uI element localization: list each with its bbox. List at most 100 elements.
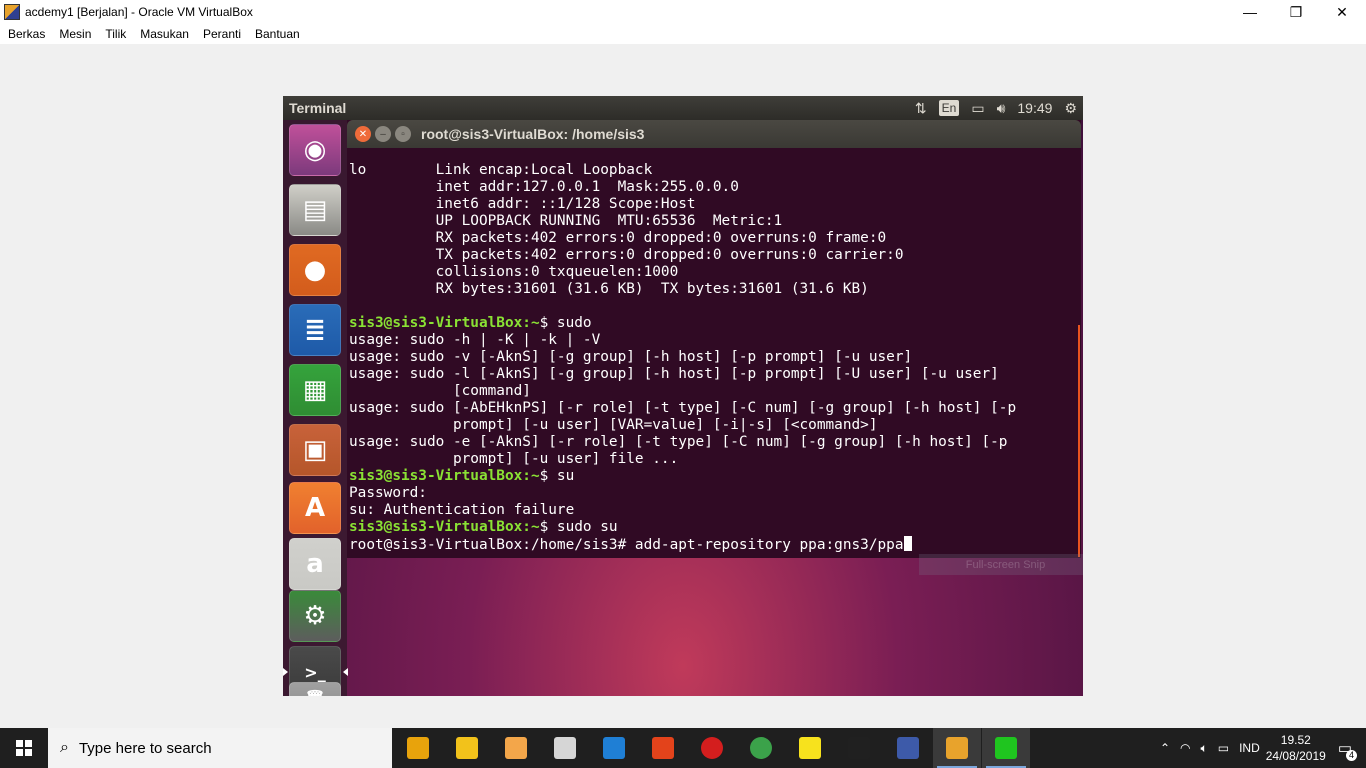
- terminal-output[interactable]: lo Link encap:Local Loopback inet addr:1…: [349, 162, 1077, 557]
- line-text: inet addr:127.0.0.1 Mask:255.0.0.0: [349, 179, 739, 195]
- menu-bantuan[interactable]: Bantuan: [255, 27, 300, 41]
- terminal-title: root@sis3-VirtualBox: /home/sis3: [421, 126, 645, 142]
- network-icon[interactable]: ⇅: [915, 100, 927, 117]
- close-button[interactable]: ✕: [1319, 0, 1365, 24]
- files-icon[interactable]: ▤: [289, 184, 341, 236]
- system-tray: ⌃ ◠ 🔈︎ ▭ IND 19.52 24/08/2019 ▭ 4: [1160, 728, 1366, 768]
- terminal-launcher-glyph: >_: [304, 662, 326, 682]
- terminal-close-button[interactable]: ✕: [355, 126, 371, 142]
- terminal-line: lo Link encap:Local Loopback: [349, 162, 652, 179]
- taskbar-search-box[interactable]: ⌕ Type here to search: [48, 728, 392, 768]
- line-text: prompt] [-u user] file ...: [349, 451, 679, 467]
- edge-taskbar-button[interactable]: [590, 728, 638, 768]
- line-text: $ su: [539, 468, 575, 484]
- record-icon: [701, 737, 723, 759]
- ubuntu-dash-glyph: ◉: [303, 135, 327, 165]
- virtualbox-taskbar-button[interactable]: [884, 728, 932, 768]
- line-text: $ sudo su: [539, 519, 618, 535]
- battery-tray-icon[interactable]: ▭: [1218, 741, 1229, 755]
- restore-button[interactable]: ❐: [1273, 0, 1319, 24]
- terminal-window[interactable]: ✕ – ▫ root@sis3-VirtualBox: /home/sis3 l…: [347, 120, 1083, 575]
- terminal-line: inet addr:127.0.0.1 Mask:255.0.0.0: [349, 179, 739, 196]
- libreoffice-impress-glyph: ▣: [302, 435, 328, 465]
- title-bar: acdemy1 [Berjalan] - Oracle VM VirtualBo…: [0, 0, 1366, 24]
- menu-masukan[interactable]: Masukan: [140, 27, 189, 41]
- panel-clock[interactable]: 19:49: [1017, 100, 1052, 116]
- battery-icon[interactable]: ▭: [971, 100, 984, 117]
- firefox-icon[interactable]: ●: [289, 244, 341, 296]
- libreoffice-calc-icon[interactable]: ▦: [289, 364, 341, 416]
- notification-icon[interactable]: ▭ 4: [1338, 739, 1357, 761]
- software-center-glyph: A: [304, 493, 326, 523]
- office-taskbar-button[interactable]: [639, 728, 687, 768]
- line-text: usage: sudo -v [-AknS] [-g group] [-h ho…: [349, 349, 913, 365]
- terminal-line: su: Authentication failure: [349, 502, 574, 519]
- line-text: TX packets:402 errors:0 dropped:0 overru…: [349, 247, 904, 263]
- menu-mesin[interactable]: Mesin: [59, 27, 91, 41]
- terminal-minimize-button[interactable]: –: [375, 126, 391, 142]
- chrome-icon: [750, 737, 772, 759]
- sticky-notes-icon: [799, 737, 821, 759]
- terminal-line: sis3@sis3-VirtualBox:~$ sudo su: [349, 519, 618, 536]
- guest-screen[interactable]: Terminal ⇅ En ▭ 🔊︎ 19:49 ⚙ ◉▤●≣▦▣Aa⚙>_🗑 …: [283, 96, 1083, 696]
- paint-taskbar-button[interactable]: [541, 728, 589, 768]
- menu-tilik[interactable]: Tilik: [105, 27, 126, 41]
- libreoffice-writer-icon[interactable]: ≣: [289, 304, 341, 356]
- wifi-icon[interactable]: ◠: [1180, 741, 1190, 755]
- file-explorer-taskbar-button[interactable]: [443, 728, 491, 768]
- terminal-scrollbar[interactable]: [1078, 325, 1080, 557]
- shell-prompt: sis3@sis3-VirtualBox:~: [349, 519, 540, 535]
- volume-icon[interactable]: 🔊︎: [997, 100, 1006, 117]
- chevron-up-icon[interactable]: ⌃: [1160, 741, 1170, 755]
- line-text: usage: sudo -l [-AknS] [-g group] [-h ho…: [349, 366, 999, 382]
- system-settings-glyph: ⚙: [303, 601, 327, 631]
- terminal-line: Password:: [349, 485, 427, 502]
- terminal-titlebar[interactable]: ✕ – ▫ root@sis3-VirtualBox: /home/sis3: [347, 120, 1081, 148]
- terminal-line: prompt] [-u user] [VAR=value] [-i|-s] [<…: [349, 417, 878, 434]
- line-text: usage: sudo -e [-AknS] [-r role] [-t typ…: [349, 434, 1008, 450]
- chrome-taskbar-button[interactable]: [737, 728, 785, 768]
- line-text: su: Authentication failure: [349, 502, 575, 518]
- office-icon: [652, 737, 674, 759]
- launcher-active-indicator: [343, 668, 348, 676]
- taskbar-date: 24/08/2019: [1265, 749, 1326, 763]
- terminal-line: usage: sudo -h | -K | -k | -V: [349, 332, 600, 349]
- libreoffice-impress-icon[interactable]: ▣: [289, 424, 341, 476]
- line-text: usage: sudo -h | -K | -k | -V: [349, 332, 601, 348]
- trash-icon[interactable]: 🗑: [289, 682, 341, 696]
- menu-berkas[interactable]: Berkas: [8, 27, 45, 41]
- ubuntu-dash-icon[interactable]: ◉: [289, 124, 341, 176]
- media-player-taskbar-button[interactable]: [492, 728, 540, 768]
- line-text: usage: sudo [-AbEHknPS] [-r role] [-t ty…: [349, 400, 1017, 416]
- amazon-icon[interactable]: a: [289, 538, 341, 590]
- menu-peranti[interactable]: Peranti: [203, 27, 241, 41]
- terminal-maximize-button[interactable]: ▫: [395, 126, 411, 142]
- keyboard-layout-indicator[interactable]: En: [938, 100, 960, 116]
- unity-launcher: ◉ ▤ ● ≣ ▦ ▣ Aa ⚙ >_ 🗑: [283, 120, 348, 696]
- terminal-line: inet6 addr: ::1/128 Scope:Host: [349, 196, 696, 213]
- files-glyph: ▤: [302, 195, 328, 225]
- software-center-icon[interactable]: A: [289, 482, 341, 534]
- start-button[interactable]: [0, 728, 48, 768]
- file-explorer-icon: [456, 737, 478, 759]
- shell-prompt: sis3@sis3-VirtualBox:~: [349, 468, 540, 484]
- input-language[interactable]: IND: [1239, 741, 1260, 755]
- system-settings-icon[interactable]: ⚙: [289, 590, 341, 642]
- speaker-icon[interactable]: 🔈︎: [1201, 741, 1208, 756]
- line-taskbar-button[interactable]: [982, 728, 1030, 768]
- taskbar-clock[interactable]: 19.52 24/08/2019: [1266, 732, 1326, 764]
- terminal-line: usage: sudo -v [-AknS] [-g group] [-h ho…: [349, 349, 912, 366]
- libreoffice-writer-glyph: ≣: [304, 315, 326, 345]
- microsoft-store-taskbar-button[interactable]: [394, 728, 442, 768]
- record-taskbar-button[interactable]: [688, 728, 736, 768]
- amazon-glyph: a: [306, 549, 324, 579]
- search-placeholder: Type here to search: [78, 739, 212, 757]
- sticky-notes-taskbar-button[interactable]: [786, 728, 834, 768]
- minimize-button[interactable]: —: [1227, 0, 1273, 24]
- session-gear-icon[interactable]: ⚙: [1064, 100, 1077, 117]
- line-text: lo Link encap:Local Loopback: [349, 162, 653, 178]
- virtualbox-vm-taskbar-button[interactable]: [933, 728, 981, 768]
- panel-app-title: Terminal: [289, 100, 347, 116]
- line-text: Password:: [349, 485, 427, 501]
- cmd-taskbar-button[interactable]: [835, 728, 883, 768]
